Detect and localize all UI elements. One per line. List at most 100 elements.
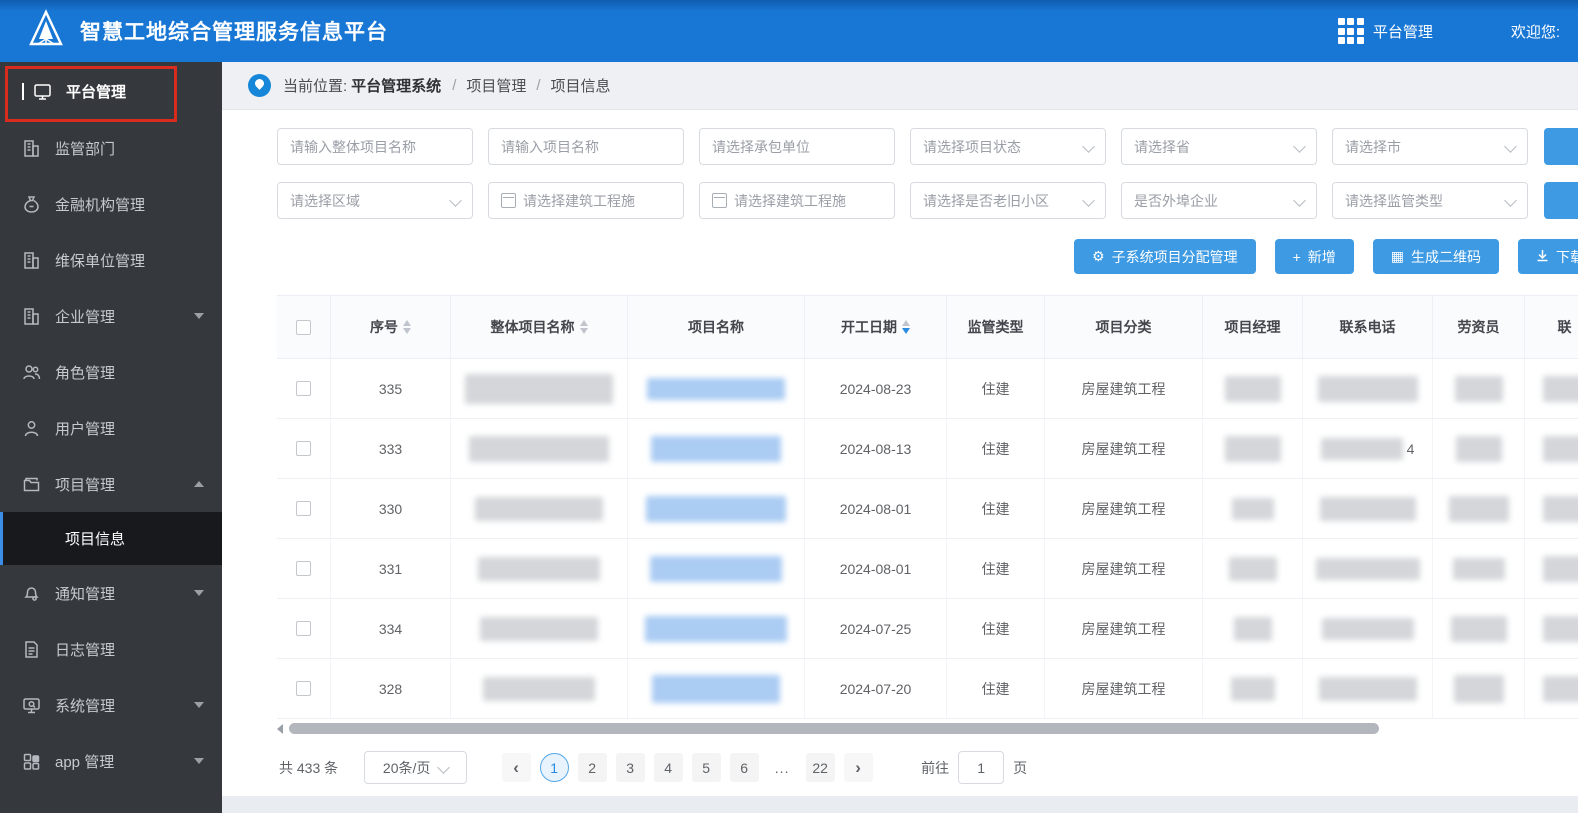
region-select[interactable]: 请选择区域	[277, 182, 473, 219]
page-button-2[interactable]: 2	[577, 753, 607, 782]
breadcrumb: 当前位置: 平台管理系统 / 项目管理 / 项目信息	[222, 62, 1578, 110]
city-select[interactable]: 请选择市	[1332, 128, 1528, 165]
select-placeholder: 请选择项目状态	[923, 138, 1021, 155]
table-row: 334 2024-07-25 住建 房屋建筑工程	[277, 599, 1578, 659]
sidebar-item-label: 平台管理	[66, 83, 127, 101]
sidebar-item-system-management[interactable]: 系统管理	[0, 677, 222, 733]
project-name-link[interactable]	[651, 435, 781, 462]
row-checkbox[interactable]	[296, 441, 311, 456]
select-all-checkbox[interactable]	[296, 319, 311, 335]
project-name-input[interactable]	[488, 128, 684, 165]
page-button-5[interactable]: 5	[691, 753, 721, 782]
sidebar-item-label: 用户管理	[55, 420, 116, 438]
sort-icons[interactable]	[403, 319, 411, 335]
generate-qrcode-button[interactable]: ▦ 生成二维码	[1372, 239, 1499, 274]
page-button-3[interactable]: 3	[615, 753, 645, 782]
search-button[interactable]	[1544, 128, 1578, 165]
sidebar-item-financial-institution[interactable]: 金融机构管理	[0, 176, 222, 232]
row-checkbox[interactable]	[296, 381, 311, 396]
chevron-down-icon	[194, 313, 204, 319]
select-placeholder: 请选择承包单位	[712, 138, 810, 155]
sidebar-item-label: app 管理	[55, 753, 115, 771]
sidebar-item-label: 通知管理	[55, 585, 116, 603]
horizontal-scrollbar[interactable]	[277, 722, 1577, 735]
sidebar-item-log-management[interactable]: 日志管理	[0, 621, 222, 677]
redacted-phone	[1321, 617, 1414, 640]
chevron-down-icon	[449, 194, 462, 207]
redacted-manager	[1224, 435, 1281, 462]
project-name-link[interactable]	[650, 555, 782, 582]
redacted-cell	[1542, 675, 1578, 702]
sidebar-item-role-management[interactable]: 角色管理	[0, 344, 222, 400]
supervision-type-select[interactable]: 请选择监管类型	[1332, 182, 1528, 219]
breadcrumb-root[interactable]: 平台管理系统	[351, 75, 441, 96]
project-name-link[interactable]	[646, 495, 786, 522]
page-button-22[interactable]: 22	[805, 753, 835, 782]
calendar-icon	[712, 193, 727, 208]
sidebar-item-project-management[interactable]: 项目管理	[0, 456, 222, 512]
reset-button[interactable]	[1544, 182, 1578, 219]
project-name-link[interactable]	[645, 615, 787, 642]
button-label: 新增	[1307, 248, 1336, 265]
project-name-link[interactable]	[652, 674, 780, 703]
row-checkbox[interactable]	[296, 621, 311, 636]
breadcrumb-item[interactable]: 项目管理	[466, 75, 526, 96]
sidebar-item-app-management[interactable]: app 管理	[0, 733, 222, 789]
select-placeholder: 请选择省	[1134, 138, 1190, 155]
sidebar-item-maintenance-unit[interactable]: 维保单位管理	[0, 232, 222, 288]
construction-date-end-picker[interactable]: 请选择建筑工程施	[699, 182, 895, 219]
external-enterprise-select[interactable]: 是否外埠企业	[1121, 182, 1317, 219]
province-select[interactable]: 请选择省	[1121, 128, 1317, 165]
goto-page-input[interactable]	[958, 751, 1005, 784]
scrollbar-thumb[interactable]	[289, 723, 1379, 734]
column-header-start-date[interactable]: 开工日期	[805, 296, 947, 358]
column-header-overall-name[interactable]: 整体项目名称	[451, 296, 628, 358]
page-ellipsis[interactable]: ...	[768, 753, 797, 782]
page-button-4[interactable]: 4	[653, 753, 683, 782]
row-checkbox[interactable]	[296, 561, 311, 576]
sidebar-subitem-project-info[interactable]: 项目信息	[0, 512, 222, 565]
sidebar-item-user-management[interactable]: 用户管理	[0, 400, 222, 456]
redacted-manager	[1231, 497, 1274, 520]
table-row: 333 2024-08-13 住建 房屋建筑工程 4	[277, 419, 1578, 479]
column-header-project-name: 项目名称	[628, 296, 805, 358]
sidebar-item-enterprise-management[interactable]: 企业管理	[0, 288, 222, 344]
column-header-category: 项目分类	[1045, 296, 1203, 358]
row-checkbox[interactable]	[296, 501, 311, 516]
sidebar-item-platform-management[interactable]: 平台管理	[0, 62, 222, 120]
page-size-select[interactable]: 20条/页	[364, 751, 468, 784]
project-name-link[interactable]	[647, 377, 785, 400]
moneybag-icon	[24, 195, 39, 213]
cell-category: 房屋建筑工程	[1045, 419, 1203, 478]
overall-project-name-input[interactable]	[277, 128, 473, 165]
cell-seq: 330	[331, 479, 451, 538]
next-page-button[interactable]: ›	[843, 753, 873, 782]
project-status-select[interactable]: 请选择项目状态	[910, 128, 1106, 165]
page-button-6[interactable]: 6	[729, 753, 759, 782]
column-header-seq[interactable]: 序号	[331, 296, 451, 358]
cell-start-date: 2024-08-01	[805, 479, 947, 538]
subsystem-assign-button[interactable]: ⚙ 子系统项目分配管理	[1074, 239, 1256, 274]
sort-icons[interactable]	[579, 319, 588, 335]
goto-prefix: 前往	[921, 759, 950, 776]
header-nav-platform-management[interactable]: 平台管理	[1373, 21, 1433, 42]
app-logo-icon	[26, 8, 66, 54]
monitor-icon	[34, 83, 51, 100]
apps-grid-icon[interactable]	[1337, 18, 1364, 44]
page-button-1[interactable]: 1	[539, 753, 569, 782]
breadcrumb-item[interactable]: 项目信息	[551, 75, 611, 96]
old-community-select[interactable]: 请选择是否老旧小区	[910, 182, 1106, 219]
cell-seq: 331	[331, 539, 451, 598]
row-checkbox[interactable]	[296, 681, 311, 696]
sidebar-item-notification-management[interactable]: 通知管理	[0, 565, 222, 621]
add-button[interactable]: + 新增	[1274, 239, 1354, 274]
redacted-cell	[1542, 495, 1578, 522]
table-row: 330 2024-08-01 住建 房屋建筑工程	[277, 479, 1578, 539]
contractor-select[interactable]: 请选择承包单位	[699, 128, 895, 165]
calendar-icon	[501, 193, 516, 208]
sort-icons[interactable]	[902, 319, 910, 335]
download-button[interactable]: 下载	[1518, 239, 1578, 274]
sidebar-item-regulatory-department[interactable]: 监管部门	[0, 120, 222, 176]
prev-page-button[interactable]: ‹	[501, 753, 531, 782]
construction-date-start-picker[interactable]: 请选择建筑工程施	[488, 182, 684, 219]
